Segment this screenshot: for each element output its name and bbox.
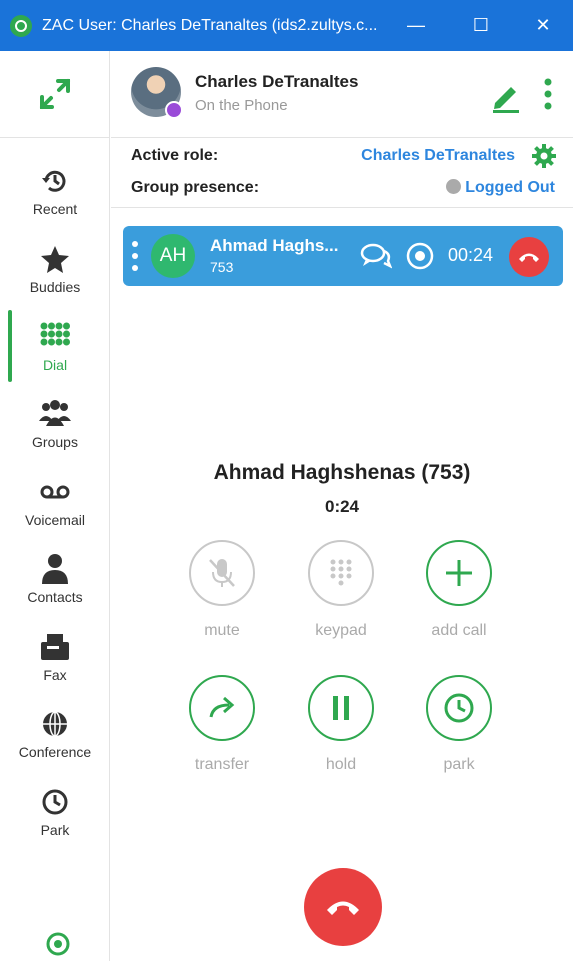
mute-button[interactable] [189,540,255,606]
hold-button[interactable] [308,675,374,741]
sidebar-item-label: Recent [32,201,78,217]
active-role-value[interactable]: Charles DeTranaltes [361,147,515,165]
people-icon [38,397,72,431]
sidebar-item-label: Conference [18,744,92,760]
caller-name: Ahmad Haghs... [210,236,339,255]
hangup-phone-icon [519,253,539,262]
sidebar-item-label: Contacts [27,589,83,605]
avatar[interactable] [131,67,183,119]
park-button[interactable] [426,675,492,741]
sidebar-item-recent[interactable]: Recent [0,164,110,240]
minimize-button[interactable]: — [386,0,446,51]
fax-icon [38,630,72,664]
sidebar-item-dial[interactable]: Dial [0,310,110,396]
sidebar-item-conference[interactable]: Conference [0,707,110,783]
close-button[interactable]: ✕ [513,0,573,51]
microphone-muted-icon [209,559,235,587]
sidebar-item-label: Buddies [29,279,81,295]
card-hangup-button[interactable] [509,237,549,277]
sidebar-item-groups[interactable]: Groups [0,397,110,473]
sidebar-item-label: Park [40,822,70,838]
sidebar-item-fax[interactable]: Fax [0,630,110,706]
pause-icon [333,696,349,720]
call-timer: 00:24 [448,245,494,265]
keypad-icon [330,559,352,586]
transfer-label: transfer [194,756,250,773]
sidebar-item-label: Dial [42,357,68,373]
globe-icon [38,707,72,741]
caller-avatar: AH [151,234,195,278]
user-status: On the Phone [195,97,288,114]
park-label: park [443,756,475,773]
star-icon [38,242,72,276]
record-icon[interactable] [405,241,435,271]
group-presence-text: Logged Out [465,179,555,196]
sidebar: Recent Buddies Dial Groups Voicemail Con… [0,51,110,961]
presence-status-icon [165,101,183,119]
zultys-logo-icon[interactable] [45,931,71,957]
add-call-label: add call [431,622,487,639]
active-role-label: Active role: [131,147,219,164]
sidebar-item-park[interactable]: Park [0,785,110,861]
park-clock-icon [38,785,72,819]
edit-pencil-icon[interactable] [489,79,523,113]
sidebar-item-label: Voicemail [25,512,85,528]
group-presence-value[interactable]: Logged Out [446,179,555,197]
keypad-label: keypad [315,622,367,639]
sidebar-item-contacts[interactable]: Contacts [0,552,110,628]
park-clock-icon [444,693,474,723]
add-call-button[interactable] [426,540,492,606]
user-name: Charles DeTranaltes [195,72,359,91]
transfer-button[interactable] [189,675,255,741]
sidebar-item-buddies[interactable]: Buddies [0,242,110,318]
sidebar-item-label: Groups [32,434,78,450]
history-icon [38,164,72,198]
plus-icon [446,560,472,586]
hold-label: hold [325,756,357,773]
window-title: ZAC User: Charles DeTranaltes (ids2.zult… [42,16,378,34]
active-call-card[interactable]: AH Ahmad Haghs... 753 00:24 [123,226,563,286]
title-bar: ZAC User: Charles DeTranaltes (ids2.zult… [0,0,573,51]
transfer-arrow-icon [209,696,235,718]
call-duration: 0:24 [324,497,360,516]
caller-extension: 753 [210,259,234,275]
app-logo-icon [10,14,32,37]
more-options-icon[interactable] [541,77,555,111]
dialpad-icon [38,320,72,354]
end-call-button[interactable] [304,868,382,946]
hangup-phone-icon [327,901,359,915]
call-menu-icon[interactable] [131,240,139,272]
presence-dot-icon [446,179,462,194]
call-party-name: Ahmad Haghshenas (753) [213,461,471,484]
sidebar-item-label: Fax [43,667,67,683]
gear-icon[interactable] [531,143,557,169]
keypad-button[interactable] [308,540,374,606]
sidebar-item-voicemail[interactable]: Voicemail [0,475,110,551]
maximize-button[interactable]: ☐ [451,0,511,51]
mute-label: mute [204,622,240,639]
chat-bubbles-icon[interactable] [360,242,392,270]
user-header: Charles DeTranaltes On the Phone [111,51,573,138]
role-section: Active role: Charles DeTranaltes Group p… [111,138,573,208]
group-presence-label: Group presence: [131,179,260,196]
person-icon [38,552,72,586]
expand-arrows-icon [40,79,70,109]
expand-button[interactable] [0,51,110,138]
voicemail-icon [38,475,72,509]
